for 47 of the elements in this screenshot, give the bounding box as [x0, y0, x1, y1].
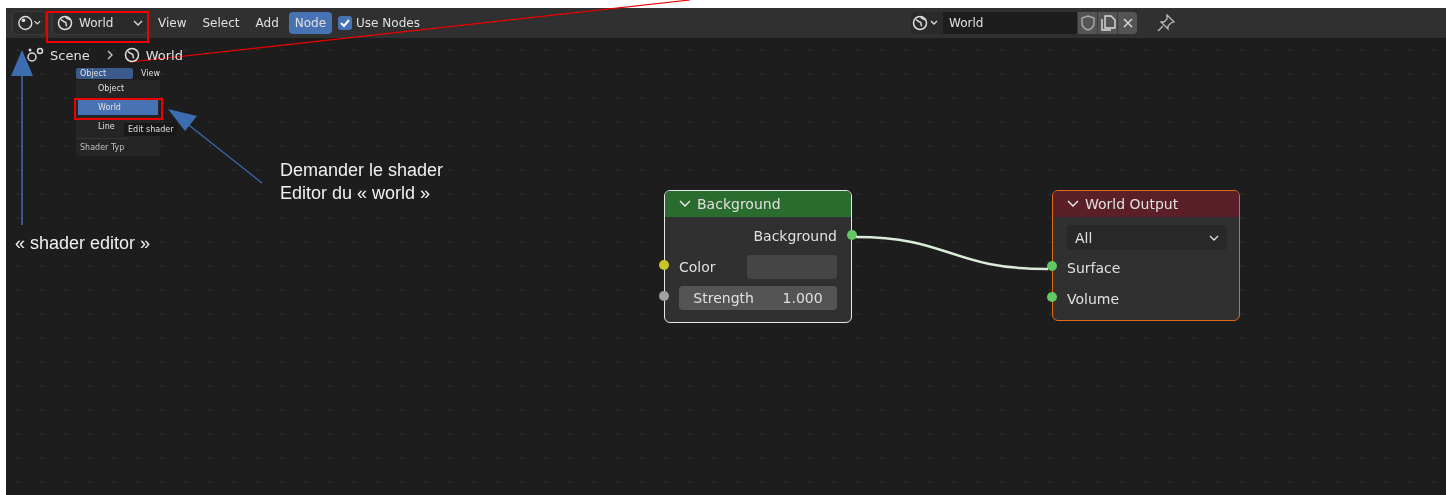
socket-dot[interactable]: [659, 260, 669, 270]
breadcrumb-item[interactable]: Scene: [50, 47, 90, 63]
menu-item[interactable]: View: [152, 12, 193, 34]
world-name-field[interactable]: World: [943, 12, 1077, 34]
menu-option[interactable]: Line: [78, 119, 119, 134]
collapse-chevron-icon[interactable]: [1067, 200, 1079, 208]
menu-footer: Shader Typ: [76, 138, 129, 154]
menu-item[interactable]: Add: [249, 12, 285, 34]
socket-dot[interactable]: [659, 291, 669, 301]
copy-icon[interactable]: [1097, 12, 1117, 34]
node-header[interactable]: World Output: [1053, 191, 1239, 217]
socket-dot[interactable]: [1047, 292, 1057, 302]
socket-label: Background: [753, 228, 837, 244]
pin-icon[interactable]: [1157, 14, 1175, 32]
chevron-icon: [105, 50, 114, 60]
editor-type-button[interactable]: [12, 11, 46, 35]
checkbox-label: Use Nodes: [356, 16, 420, 30]
shader-type-dropdown[interactable]: World: [52, 11, 148, 35]
node-title: Background: [697, 196, 781, 212]
node-card[interactable]: Background Background Color Strength 1.000: [664, 190, 852, 323]
target-dropdown[interactable]: All: [1067, 225, 1227, 250]
node-header[interactable]: Background: [665, 191, 851, 217]
menu-option[interactable]: Object: [78, 81, 129, 96]
annotation-text: Demander le shader Editor du « world »: [280, 159, 444, 205]
caret-icon: [1209, 233, 1219, 242]
socket-dot[interactable]: [1047, 261, 1057, 271]
menu-item[interactable]: View: [141, 69, 160, 78]
strength-field[interactable]: Strength 1.000: [679, 285, 837, 310]
menu-item[interactable]: Node: [288, 12, 333, 34]
tooltip: Edit shader: [124, 123, 178, 136]
caret-icon: [133, 19, 143, 27]
menu-item[interactable]: Select: [196, 12, 246, 34]
socket-dot[interactable]: [847, 230, 857, 240]
annotation-text: « shader editor »: [15, 232, 151, 255]
socket-label: Color: [679, 258, 717, 275]
collapse-chevron-icon[interactable]: [679, 200, 691, 208]
node-card[interactable]: World Output All Surface Volume: [1052, 190, 1240, 321]
use-nodes-checkbox[interactable]: [338, 16, 353, 30]
shield-icon[interactable]: [1077, 12, 1097, 34]
socket-label: Surface: [1067, 259, 1122, 276]
menu-option[interactable]: World: [78, 100, 158, 115]
scene-icon: [26, 47, 44, 63]
socket-label: Volume: [1067, 290, 1121, 307]
object-dropdown[interactable]: Object: [76, 68, 133, 79]
close-icon[interactable]: [1117, 12, 1137, 34]
node-title: World Output: [1085, 196, 1179, 212]
world-browse-button[interactable]: [911, 12, 943, 34]
